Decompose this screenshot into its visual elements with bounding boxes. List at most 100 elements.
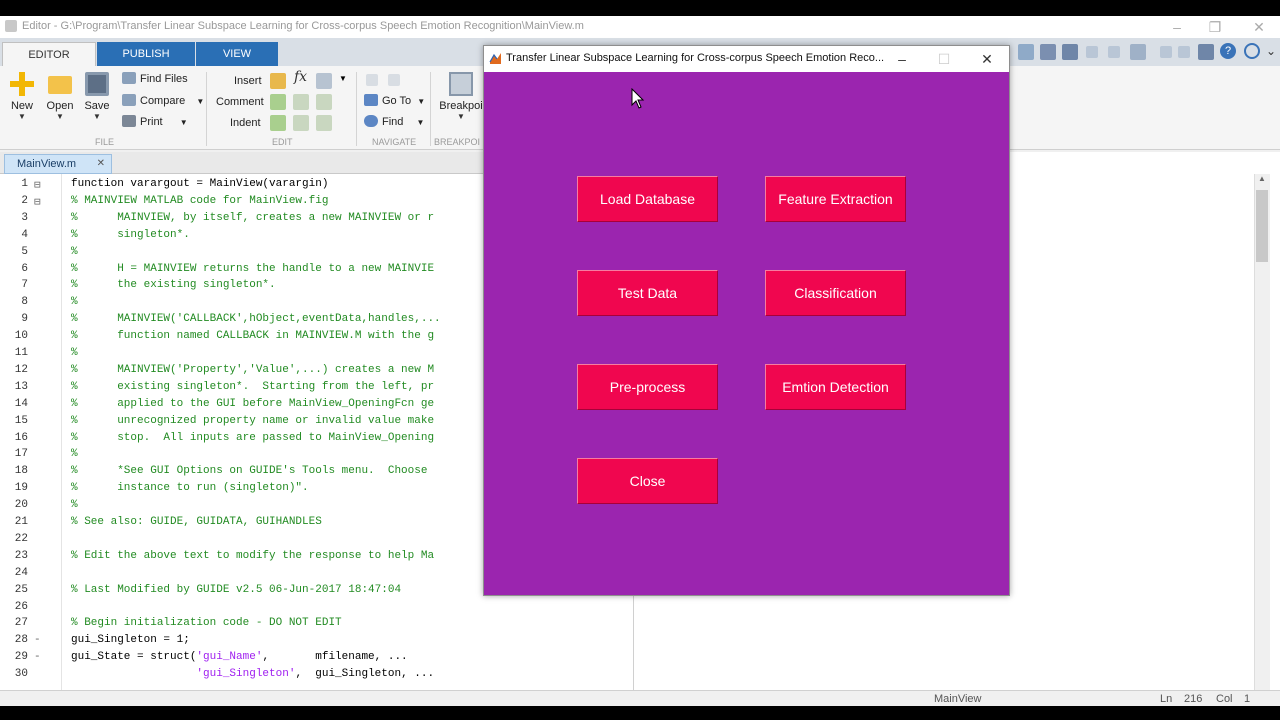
layout-icon[interactable] [1018,44,1034,60]
undo-icon[interactable] [1160,46,1172,58]
close-button[interactable]: Close [577,458,718,504]
open-icon[interactable] [1040,44,1056,60]
fx-icon[interactable]: fx [294,69,307,85]
emotion-detection-button[interactable]: Emtion Detection [765,364,906,410]
redo-icon[interactable] [1178,46,1190,58]
test-data-button[interactable]: Test Data [577,270,718,316]
matlab-titlebar: Editor - G:\Program\Transfer Linear Subs… [0,16,1280,38]
compare-button[interactable]: Compare ▼ [122,92,204,110]
line-number: 2 [21,194,28,207]
close-icon[interactable]: ✕ [1244,18,1274,36]
tab-view[interactable]: VIEW [196,42,278,66]
breakpoint-marker[interactable]: - [34,651,41,663]
open-dropdown-icon[interactable]: ▼ [41,112,79,121]
code-line: % [71,499,78,512]
decrease-indent-icon[interactable] [316,115,332,131]
scroll-up-icon[interactable]: ▲ [1254,174,1270,188]
indent-label: Indent [230,117,261,129]
save-icon[interactable] [1062,44,1078,60]
expand-ribbon-icon[interactable]: ⌄ [1266,44,1276,58]
status-function: MainView [934,693,982,705]
smart-indent-icon[interactable] [270,115,286,131]
classification-button[interactable]: Classification [765,270,906,316]
close-tab-icon[interactable]: ✕ [97,155,105,173]
load-database-button[interactable]: Load Database [577,176,718,222]
scrollbar-thumb[interactable] [1256,190,1268,262]
matlab-window-title: Editor - G:\Program\Transfer Linear Subs… [22,20,584,32]
compare-icon [122,94,136,106]
forward-icon[interactable] [388,74,400,86]
wrap-comment-icon[interactable] [316,94,332,110]
compare-dropdown-icon[interactable]: ▼ [196,97,204,106]
find-files-button[interactable]: Find Files [122,70,188,88]
tab-editor[interactable]: EDITOR [2,42,96,66]
uncomment-icon[interactable] [293,94,309,110]
switch-windows-icon[interactable] [1198,44,1214,60]
minimize-icon[interactable]: – [1162,18,1192,36]
folder-icon [48,76,72,94]
new-dropdown-icon[interactable]: ▼ [3,112,41,121]
breakpoints-button[interactable]: Breakpoi ▼ [438,72,484,121]
gui-close-icon[interactable]: ✕ [972,49,1002,69]
goto-button[interactable]: Go To ▼ [364,92,425,110]
line-number: 5 [21,245,28,258]
code-line: function varargout = MainView(varargin) [71,178,329,190]
save-dropdown-icon[interactable]: ▼ [78,112,116,121]
copy-icon[interactable] [1108,46,1120,58]
help-icon[interactable]: ? [1220,43,1236,59]
line-number: 29 [14,651,28,664]
increase-indent-icon[interactable] [293,115,309,131]
code-line: % unrecognized property name or invalid … [71,414,435,427]
code-line: % the existing singleton*. [71,279,276,292]
maximize-icon[interactable]: ❐ [1200,18,1230,36]
line-number: 19 [14,482,28,495]
community-icon[interactable] [1244,43,1260,59]
breakpoint-marker[interactable]: - [34,634,41,646]
gui-window: Transfer Linear Subspace Learning for Cr… [483,45,1010,596]
ribbon-separator [430,72,431,146]
gui-minimize-icon[interactable]: – [887,49,917,69]
magnifier-icon [364,115,378,127]
insert-table-icon[interactable] [316,73,332,89]
save-label: Save [84,100,110,112]
line-number: 10 [14,330,28,343]
matlab-app-icon [5,20,17,32]
gui-titlebar[interactable]: Transfer Linear Subspace Learning for Cr… [484,46,1009,72]
line-number: 30 [14,668,28,681]
code-line: gui_State = struct('gui_Name', mfilename… [71,651,408,664]
line-number: 11 [14,347,28,359]
open-button[interactable]: Open ▼ [41,72,79,121]
fold-toggle-icon[interactable]: ⊟ [34,195,41,209]
save-button[interactable]: Save ▼ [78,72,116,121]
line-number: 27 [14,617,28,630]
print-button[interactable]: Print ▼ [122,113,188,131]
code-line: % MAINVIEW MATLAB code for MainView.fig [71,194,329,207]
print-icon [122,115,136,127]
line-number: 24 [14,566,28,579]
cut-icon[interactable] [1086,46,1098,58]
tab-publish[interactable]: PUBLISH [97,42,195,66]
goto-dropdown-icon[interactable]: ▼ [417,97,425,106]
code-line: gui_Singleton = 1; [71,634,190,647]
code-line: 'gui_Singleton', gui_Singleton, ... [196,668,435,681]
open-label: Open [46,100,74,112]
print-dropdown-icon[interactable]: ▼ [180,118,188,127]
insert-dropdown-icon[interactable]: ▼ [339,74,347,83]
fold-toggle-icon[interactable]: ⊟ [34,178,41,192]
feature-extraction-button[interactable]: Feature Extraction [765,176,906,222]
preprocess-button[interactable]: Pre-process [577,364,718,410]
new-button[interactable]: New ▼ [3,72,41,121]
breakpoints-dropdown-icon[interactable]: ▼ [438,112,484,121]
find-dropdown-icon[interactable]: ▼ [416,118,424,127]
insert-section-icon[interactable] [270,73,286,89]
file-tab-mainview[interactable]: MainView.m ✕ [4,154,112,174]
breakpoints-icon [449,72,473,96]
code-line: % existing singleton*. Starting from the… [71,380,435,393]
comment-icon[interactable] [270,94,286,110]
line-number: 21 [14,516,28,528]
breakpoints-label: Breakpoi [439,100,483,112]
paste-icon[interactable] [1130,44,1146,60]
line-number-gutter: 1 ⊟ 2 ⊟ 3 4 5 6 7 8 9 10 11 12 13 14 15 16 17 18 19 20 21 22 23 2… [0,174,62,690]
back-icon[interactable] [366,74,378,86]
find-button[interactable]: Find ▼ [364,113,424,131]
